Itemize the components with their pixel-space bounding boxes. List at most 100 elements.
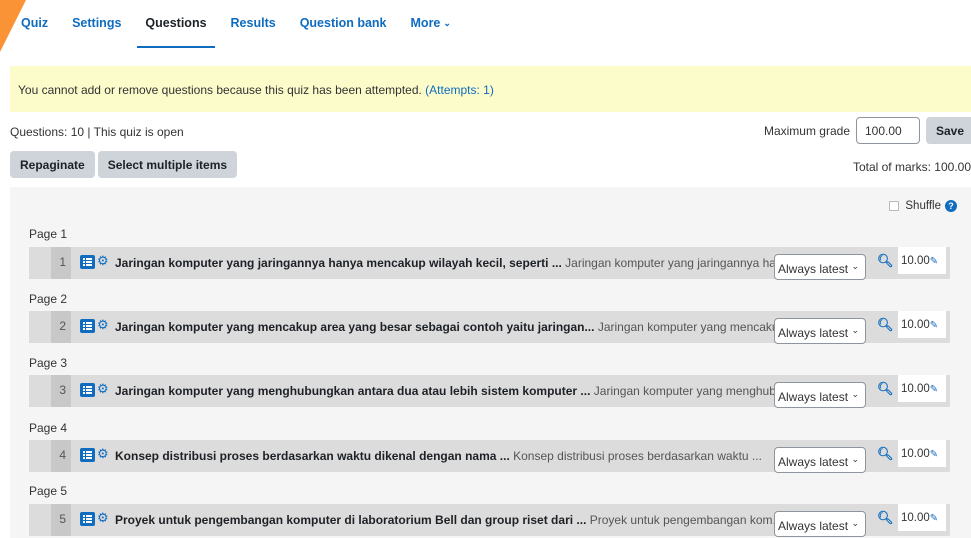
question-preview: Jaringan komputer yang menghub... xyxy=(593,384,775,398)
preview-icon[interactable]: 🔍︎ xyxy=(877,253,894,269)
attempted-notice: You cannot add or remove questions becau… xyxy=(10,66,971,112)
question-title: Konsep distribusi proses berdasarkan wak… xyxy=(115,449,510,463)
gear-icon[interactable]: ⚙ xyxy=(97,382,109,396)
question-title: Proyek untuk pengembangan komputer di la… xyxy=(115,513,587,527)
preview-icon[interactable]: 🔍︎ xyxy=(877,446,894,462)
maximum-grade-input[interactable]: 100.00 xyxy=(856,117,920,144)
version-select[interactable]: Always latest ⌄ xyxy=(774,511,866,537)
tab-quiz[interactable]: Quiz xyxy=(21,15,48,47)
page-label: Page 5 xyxy=(29,484,68,498)
maxmark-field[interactable]: 10.00✎ xyxy=(898,247,946,274)
question-preview: Jaringan komputer yang mencakup... xyxy=(597,320,775,334)
select-multiple-button[interactable]: Select multiple items xyxy=(97,151,238,178)
multichoice-icon xyxy=(80,512,95,526)
question-preview: Konsep distribusi proses berdasarkan wak… xyxy=(513,449,762,463)
version-value: Always latest xyxy=(778,326,849,340)
secondary-navigation: Quiz Settings Questions Results Question… xyxy=(21,15,475,48)
pencil-icon[interactable]: ✎ xyxy=(930,256,938,267)
version-select[interactable]: Always latest ⌄ xyxy=(774,447,866,473)
gear-icon[interactable]: ⚙ xyxy=(97,254,109,268)
chevron-down-icon: ⌄ xyxy=(851,389,859,399)
maxmark-field[interactable]: 10.00✎ xyxy=(898,504,946,531)
page-label: Page 1 xyxy=(29,227,68,241)
page-label: Page 3 xyxy=(29,356,68,370)
edit-actions: Repaginate Select multiple items xyxy=(10,151,238,178)
chevron-down-icon: ⌄ xyxy=(443,18,451,28)
question-preview: Jaringan komputer yang jaringannya han..… xyxy=(565,256,775,270)
maximum-grade-label: Maximum grade xyxy=(763,123,850,138)
shuffle-checkbox[interactable] xyxy=(889,201,900,211)
pencil-icon[interactable]: ✎ xyxy=(930,449,938,460)
chevron-down-icon: ⌄ xyxy=(851,325,859,335)
preview-icon[interactable]: 🔍︎ xyxy=(877,510,894,526)
question-name[interactable]: Jaringan komputer yang jaringannya hanya… xyxy=(115,256,775,270)
tab-settings[interactable]: Settings xyxy=(72,15,121,47)
multichoice-icon xyxy=(80,383,95,397)
pencil-icon[interactable]: ✎ xyxy=(930,320,938,331)
question-name[interactable]: Proyek untuk pengembangan komputer di la… xyxy=(115,513,775,527)
pencil-icon[interactable]: ✎ xyxy=(930,513,938,524)
pencil-icon[interactable]: ✎ xyxy=(930,384,938,395)
maxmark-value: 10.00 xyxy=(901,512,930,524)
question-number: 1 xyxy=(51,247,71,279)
notice-text: You cannot add or remove questions becau… xyxy=(18,83,422,97)
quiz-status: Questions: 10 | This quiz is open xyxy=(10,125,184,139)
maxmark-value: 10.00 xyxy=(901,319,930,331)
question-title: Jaringan komputer yang mencakup area yan… xyxy=(115,320,595,334)
multichoice-icon xyxy=(80,448,95,462)
maximum-grade-form: Maximum grade 100.00 Save xyxy=(764,117,971,144)
question-number: 3 xyxy=(51,375,71,407)
version-value: Always latest xyxy=(778,519,849,533)
attempts-link[interactable]: (Attempts: 1) xyxy=(425,83,494,97)
question-slot: 5 ⚙ Proyek untuk pengembangan komputer d… xyxy=(29,504,950,537)
page-label: Page 2 xyxy=(29,292,68,306)
version-value: Always latest xyxy=(778,262,849,276)
page-label: Page 4 xyxy=(29,421,68,435)
version-select[interactable]: Always latest ⌄ xyxy=(774,318,866,344)
gear-icon[interactable]: ⚙ xyxy=(97,318,109,332)
maxmark-value: 10.00 xyxy=(901,383,930,395)
shuffle-control: Shuffle ? xyxy=(889,200,957,212)
multichoice-icon xyxy=(80,319,95,333)
question-title: Jaringan komputer yang jaringannya hanya… xyxy=(115,256,562,270)
version-select[interactable]: Always latest ⌄ xyxy=(774,254,866,280)
save-button[interactable]: Save xyxy=(926,117,971,144)
question-slot: 3 ⚙ Jaringan komputer yang menghubungkan… xyxy=(29,375,950,408)
maxmark-field[interactable]: 10.00✎ xyxy=(898,440,946,467)
question-name[interactable]: Jaringan komputer yang menghubungkan ant… xyxy=(115,384,775,398)
chevron-down-icon: ⌄ xyxy=(851,454,859,464)
gear-icon[interactable]: ⚙ xyxy=(97,511,109,525)
tab-more-label: More xyxy=(410,16,441,30)
tab-more[interactable]: More ⌄ xyxy=(411,15,451,47)
version-select[interactable]: Always latest ⌄ xyxy=(774,382,866,408)
question-slot: 2 ⚙ Jaringan komputer yang mencakup area… xyxy=(29,311,950,344)
tab-questions[interactable]: Questions xyxy=(137,15,215,48)
maxmark-value: 10.00 xyxy=(901,448,930,460)
question-slot: 4 ⚙ Konsep distribusi proses berdasarkan… xyxy=(29,440,950,473)
question-preview: Proyek untuk pengembangan kom... xyxy=(589,513,775,527)
repaginate-button[interactable]: Repaginate xyxy=(10,151,95,178)
preview-icon[interactable]: 🔍︎ xyxy=(877,317,894,333)
multichoice-icon xyxy=(80,255,95,269)
chevron-down-icon: ⌄ xyxy=(851,261,859,271)
question-number: 5 xyxy=(51,504,71,536)
total-marks: Total of marks: 100.00 xyxy=(852,160,971,174)
version-value: Always latest xyxy=(778,455,849,469)
question-name[interactable]: Konsep distribusi proses berdasarkan wak… xyxy=(115,449,775,463)
question-number: 4 xyxy=(51,440,71,472)
preview-icon[interactable]: 🔍︎ xyxy=(877,381,894,397)
maxmark-field[interactable]: 10.00✎ xyxy=(898,375,946,402)
question-slot: 1 ⚙ Jaringan komputer yang jaringannya h… xyxy=(29,247,950,280)
version-value: Always latest xyxy=(778,390,849,404)
tab-question-bank[interactable]: Question bank xyxy=(300,15,387,47)
gear-icon[interactable]: ⚙ xyxy=(97,447,109,461)
question-name[interactable]: Jaringan komputer yang mencakup area yan… xyxy=(115,320,775,334)
maxmark-value: 10.00 xyxy=(901,255,930,267)
help-icon[interactable]: ? xyxy=(945,200,957,212)
chevron-down-icon: ⌄ xyxy=(851,518,859,528)
quiz-editing-area: Shuffle ? Page 1 1 ⚙ Jaringan komputer y… xyxy=(10,187,971,538)
shuffle-label: Shuffle xyxy=(905,200,941,212)
question-number: 2 xyxy=(51,311,71,343)
tab-results[interactable]: Results xyxy=(231,15,276,47)
maxmark-field[interactable]: 10.00✎ xyxy=(898,311,946,338)
